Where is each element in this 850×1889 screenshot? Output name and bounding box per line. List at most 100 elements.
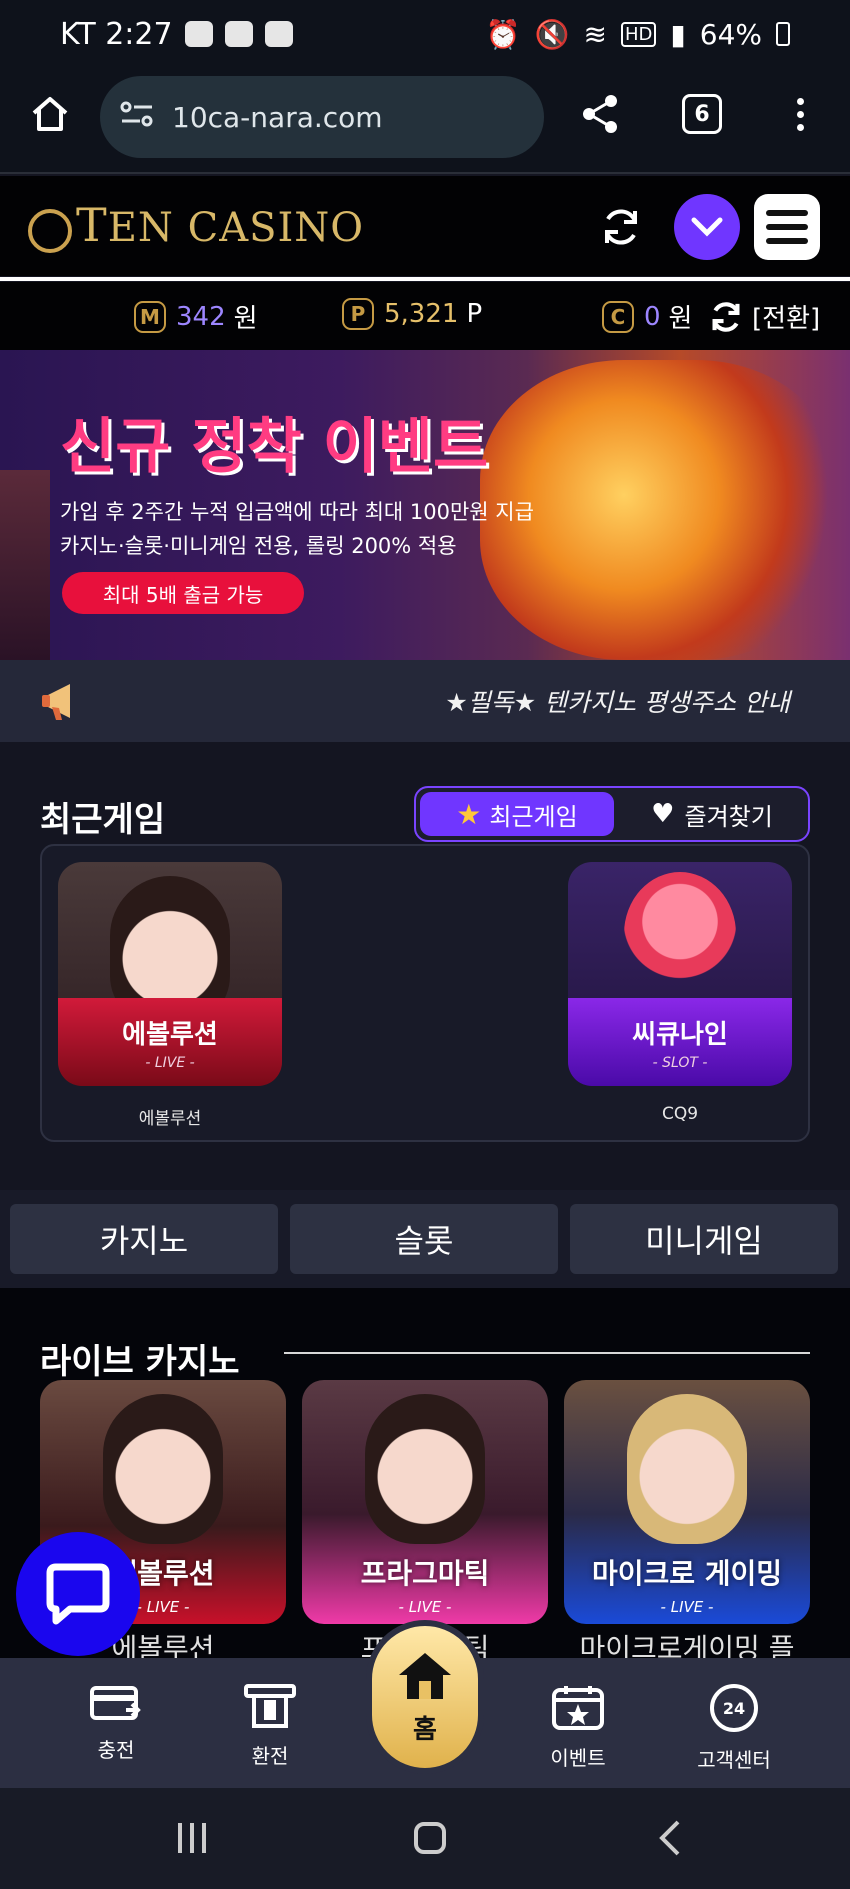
tab-count: 6: [694, 101, 710, 127]
live-card-title: 프라그마틱: [360, 1557, 490, 1590]
game-card-type: - SLOT -: [652, 1054, 708, 1071]
money-badge: M: [134, 300, 166, 333]
tab-switcher-button[interactable]: 6: [682, 94, 722, 134]
chat-bubble-icon: [46, 1563, 110, 1625]
heart-icon: ♥: [651, 799, 675, 829]
site-settings-icon[interactable]: [120, 99, 154, 136]
alarm-icon: ⏰: [485, 17, 521, 51]
site-logo[interactable]: TEN CASINO: [28, 198, 364, 253]
point-balance: P 5,321 P: [342, 298, 482, 330]
megaphone-icon: [40, 678, 88, 728]
home-icon: [399, 1652, 451, 1699]
banner-line-1: 가입 후 2주간 누적 입금액에 따라 최대 100만원 지급: [60, 500, 534, 524]
tab-support[interactable]: 24 고객센터: [674, 1684, 794, 1773]
section-divider: [284, 1352, 810, 1354]
signal-icon: ▮: [670, 17, 686, 51]
category-minigame[interactable]: 미니게임: [570, 1204, 838, 1274]
refresh-button[interactable]: [588, 194, 654, 260]
chat-button[interactable]: [16, 1532, 140, 1656]
comp-value: 0: [644, 301, 661, 332]
comp-balance: C 0 원: [602, 298, 692, 335]
mascot-illustration: [624, 872, 736, 996]
recent-favorites-toggle: ★ 최근게임 ♥ 즐겨찾기: [414, 786, 810, 842]
battery-icon: [776, 22, 790, 46]
comp-unit: 원: [668, 304, 693, 334]
logo-emblem: [28, 209, 72, 253]
live-card-microgaming[interactable]: 마이크로 게이밍 - LIVE -: [564, 1380, 810, 1624]
wallet-bar: M 342 원 P 5,321 P C 0 원 [전환]: [0, 282, 850, 350]
share-icon[interactable]: [574, 88, 626, 140]
talk-notification-icon: [184, 21, 213, 47]
convert-button[interactable]: [전환]: [708, 298, 820, 335]
live-card-type: - LIVE -: [398, 1598, 452, 1616]
banner-title: 신규 정착 이벤트: [60, 412, 489, 482]
tab-recent-games[interactable]: ★ 최근게임: [420, 792, 614, 836]
tab-charge[interactable]: 충전: [56, 1684, 176, 1763]
live-card-type: - LIVE -: [660, 1598, 714, 1616]
comp-badge: C: [602, 300, 634, 333]
recent-game-name[interactable]: CQ9: [568, 1104, 792, 1124]
calendar-star-icon: [552, 1686, 604, 1730]
back-icon[interactable]: [650, 1818, 690, 1858]
convert-icon: [712, 301, 740, 332]
recent-games-list: 에볼루션 - LIVE - 에볼루션 씨큐나인 - SLOT - CQ9: [40, 844, 810, 1142]
home-nav-icon[interactable]: [410, 1818, 450, 1858]
dealer-portrait: [627, 1394, 747, 1544]
point-badge: P: [342, 298, 374, 330]
more-menu-icon[interactable]: [790, 88, 810, 140]
support-24-icon: 24: [710, 1684, 758, 1732]
money-balance: M 342 원: [134, 298, 258, 335]
status-time: KT 2:27: [60, 16, 173, 52]
money-value: 342: [176, 301, 226, 332]
atm-icon: [244, 1684, 296, 1728]
recent-apps-icon[interactable]: [172, 1818, 212, 1858]
money-unit: 원: [233, 304, 258, 334]
mute-icon: 🔇: [534, 17, 570, 51]
point-unit: P: [466, 299, 483, 329]
live-card-name[interactable]: 마이크로게이밍 플: [564, 1632, 810, 1658]
recent-game-card-cq9[interactable]: 씨큐나인 - SLOT -: [568, 862, 792, 1086]
category-casino[interactable]: 카지노: [10, 1204, 278, 1274]
discord-notification-icon: [264, 21, 293, 47]
point-value: 5,321: [384, 299, 459, 329]
url-text[interactable]: 10ca-nara.com: [172, 101, 383, 134]
hd-badge: HD: [620, 21, 657, 47]
convert-label[interactable]: [전환]: [752, 298, 820, 335]
android-nav-bar: [0, 1788, 850, 1889]
tab-favorites[interactable]: ♥ 즐겨찾기: [622, 792, 802, 836]
recent-game-card-evolution[interactable]: 에볼루션 - LIVE -: [58, 862, 282, 1086]
category-slot[interactable]: 슬롯: [290, 1204, 558, 1274]
home-tab-button[interactable]: 홈: [366, 1620, 484, 1774]
live-card-pragmatic[interactable]: 프라그마틱 - LIVE -: [302, 1380, 548, 1624]
live-card-title: 마이크로 게이밍: [591, 1557, 783, 1590]
game-card-title: 씨큐나인: [632, 1019, 728, 1050]
address-bar[interactable]: 10ca-nara.com: [100, 76, 544, 158]
recent-games-title: 최근게임: [40, 800, 166, 840]
dropdown-button[interactable]: [674, 194, 740, 260]
star-icon: ★: [456, 797, 482, 831]
game-card-title: 에볼루션: [122, 1019, 218, 1050]
tab-event[interactable]: 이벤트: [518, 1684, 638, 1771]
live-casino-title: 라이브 카지노: [40, 1342, 240, 1382]
banner-pagoda: [0, 470, 50, 660]
browser-toolbar: 10ca-nara.com 6: [0, 68, 850, 174]
dealer-portrait: [103, 1394, 223, 1544]
battery-text: 64%: [699, 17, 762, 51]
game-card-type: - LIVE -: [145, 1054, 195, 1071]
live-card-type: - LIVE -: [136, 1598, 190, 1616]
notice-text[interactable]: ★필독★ 텐카지노 평생주소 안내: [445, 683, 790, 719]
tab-exchange[interactable]: 환전: [210, 1684, 330, 1769]
header-divider: [0, 277, 850, 281]
site-header: TEN CASINO: [0, 176, 850, 276]
hamburger-menu-button[interactable]: [754, 194, 820, 260]
category-tabs: 카지노 슬롯 미니게임: [0, 1190, 850, 1288]
status-bar: KT 2:27 ⏰ 🔇 ≋ HD ▮ 64%: [0, 0, 850, 68]
card-charge-icon: [90, 1686, 141, 1720]
promo-banner[interactable]: 신규 정착 이벤트 가입 후 2주간 누적 입금액에 따라 최대 100만원 지…: [0, 350, 850, 660]
banner-illustration: [480, 360, 840, 660]
gallery-notification-icon: [224, 21, 253, 47]
home-icon[interactable]: [24, 88, 76, 140]
notice-bar[interactable]: ★필독★ 텐카지노 평생주소 안내: [0, 660, 850, 742]
recent-game-name[interactable]: 에볼루션: [58, 1104, 282, 1129]
banner-line-2: 카지노·슬롯·미니게임 전용, 롤링 200% 적용: [60, 534, 457, 558]
